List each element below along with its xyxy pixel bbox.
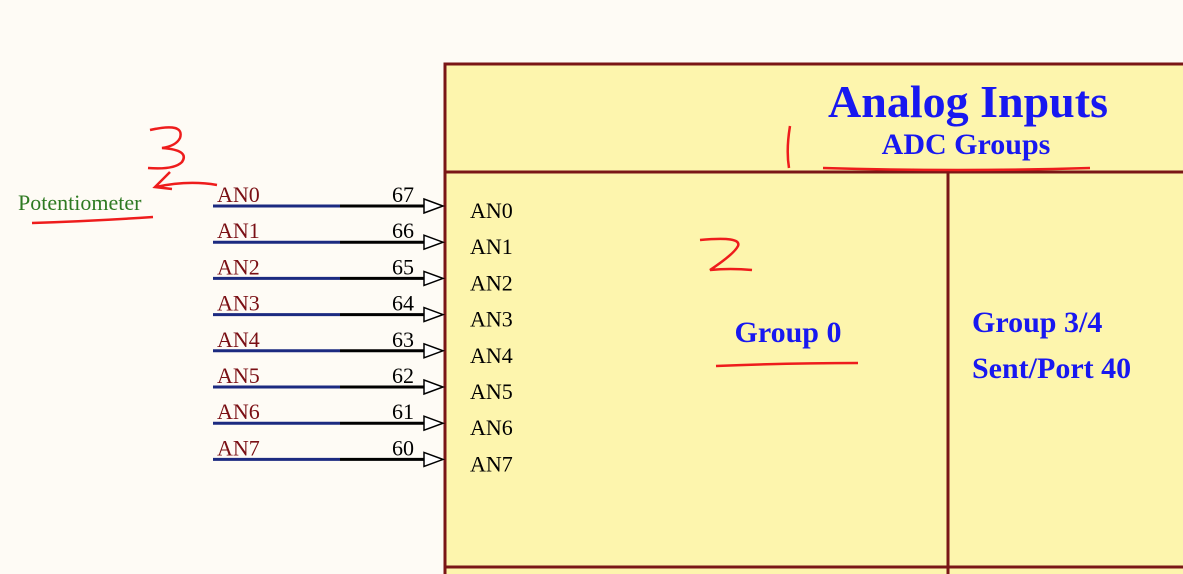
net-an5: AN5 62 [213, 363, 446, 396]
net-label: AN6 [217, 399, 260, 424]
pin-number: 63 [392, 327, 414, 352]
block-title: Analog Inputs [828, 76, 1108, 127]
block-input-an4: AN4 [470, 343, 513, 368]
net-label: AN0 [217, 182, 260, 207]
pin-number: 64 [392, 291, 414, 316]
pin-arrow [423, 306, 446, 323]
net-label: AN3 [217, 291, 260, 316]
schematic-canvas: Analog Inputs ADC Groups Group 0 Group 3… [18, 62, 1183, 574]
group0-label: Group 0 [735, 316, 842, 349]
net-an7: AN7 60 [213, 435, 446, 468]
net-an2: AN2 65 [213, 254, 446, 287]
adc-block: Analog Inputs ADC Groups Group 0 Group 3… [443, 62, 1183, 574]
net-an4: AN4 63 [213, 327, 446, 359]
potentiometer-note: Potentiometer [18, 190, 142, 215]
net-label: AN4 [217, 327, 260, 352]
net-label: AN7 [217, 435, 260, 460]
pin-number: 60 [392, 435, 414, 460]
pin-arrow [423, 451, 446, 468]
pin-arrow [423, 342, 446, 359]
net-an1: AN1 66 [213, 218, 446, 251]
pin-arrow [423, 415, 446, 432]
block-input-an1: AN1 [470, 234, 513, 259]
net-wires: AN0 67 AN1 66 AN2 65 AN3 64 AN4 63 AN5 62 AN6 61 AN7 60 [213, 182, 446, 468]
group34-label: Group 3/4 [972, 306, 1102, 339]
pin-arrow [423, 378, 446, 396]
pin-number: 66 [392, 218, 414, 243]
pin-arrow [423, 234, 446, 251]
pin-number: 61 [392, 399, 414, 424]
potentiometer-underline [31, 215, 154, 225]
annotation-arrow [152, 171, 218, 191]
pin-number: 65 [392, 254, 414, 279]
net-an3: AN3 64 [213, 291, 446, 323]
pin-arrow [423, 197, 446, 215]
block-input-an2: AN2 [470, 270, 513, 295]
group34-sublabel: Sent/Port 40 [972, 352, 1131, 385]
block-input-an6: AN6 [470, 415, 513, 440]
pin-number: 62 [392, 363, 414, 388]
annotation-3-mark [147, 126, 185, 170]
block-subtitle: ADC Groups [882, 128, 1051, 161]
block-input-an0: AN0 [470, 198, 513, 223]
block-input-an7: AN7 [470, 451, 513, 476]
pin-number: 67 [392, 182, 414, 207]
net-an6: AN6 61 [213, 399, 446, 432]
net-label: AN2 [217, 254, 260, 279]
net-label: AN5 [217, 363, 260, 388]
block-input-an3: AN3 [470, 307, 513, 332]
net-label: AN1 [217, 218, 260, 243]
net-an0: AN0 67 [213, 182, 446, 215]
pin-arrow [423, 270, 446, 287]
block-input-an5: AN5 [470, 379, 513, 404]
